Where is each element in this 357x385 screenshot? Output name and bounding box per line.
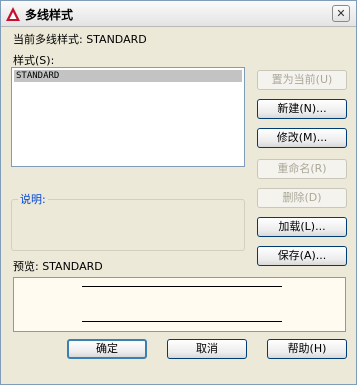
new-button[interactable]: 新建(N)... [257,99,347,119]
set-current-button[interactable]: 置为当前(U) [257,70,347,90]
preview-line-bottom [82,321,282,322]
close-icon: ✕ [336,7,346,20]
preview-label: 预览: STANDARD [13,260,103,273]
modify-button[interactable]: 修改(M)... [257,128,347,148]
preview-panel [13,277,346,332]
list-item[interactable]: STANDARD [14,70,242,82]
ok-button[interactable]: 确定 [67,339,147,359]
autocad-logo-icon [6,7,20,21]
rename-button[interactable]: 重命名(R) [257,159,347,179]
save-button[interactable]: 保存(A)... [257,246,347,266]
preview-line-top [82,286,282,287]
styles-listbox[interactable]: STANDARD [11,67,245,167]
title-bar[interactable]: 多线样式 ✕ [1,1,356,27]
styles-label: 样式(S): [13,54,55,67]
description-label: 说明: [18,191,48,207]
current-style-label: 当前多线样式: STANDARD [13,33,147,46]
cancel-button[interactable]: 取消 [167,339,247,359]
load-button[interactable]: 加载(L)... [257,217,347,237]
close-button[interactable]: ✕ [332,5,350,22]
delete-button[interactable]: 删除(D) [257,188,347,208]
help-button[interactable]: 帮助(H) [267,339,347,359]
window-title: 多线样式 [25,8,74,22]
multiline-style-dialog: 多线样式 ✕ 当前多线样式: STANDARD 样式(S): STANDARD … [0,0,357,385]
